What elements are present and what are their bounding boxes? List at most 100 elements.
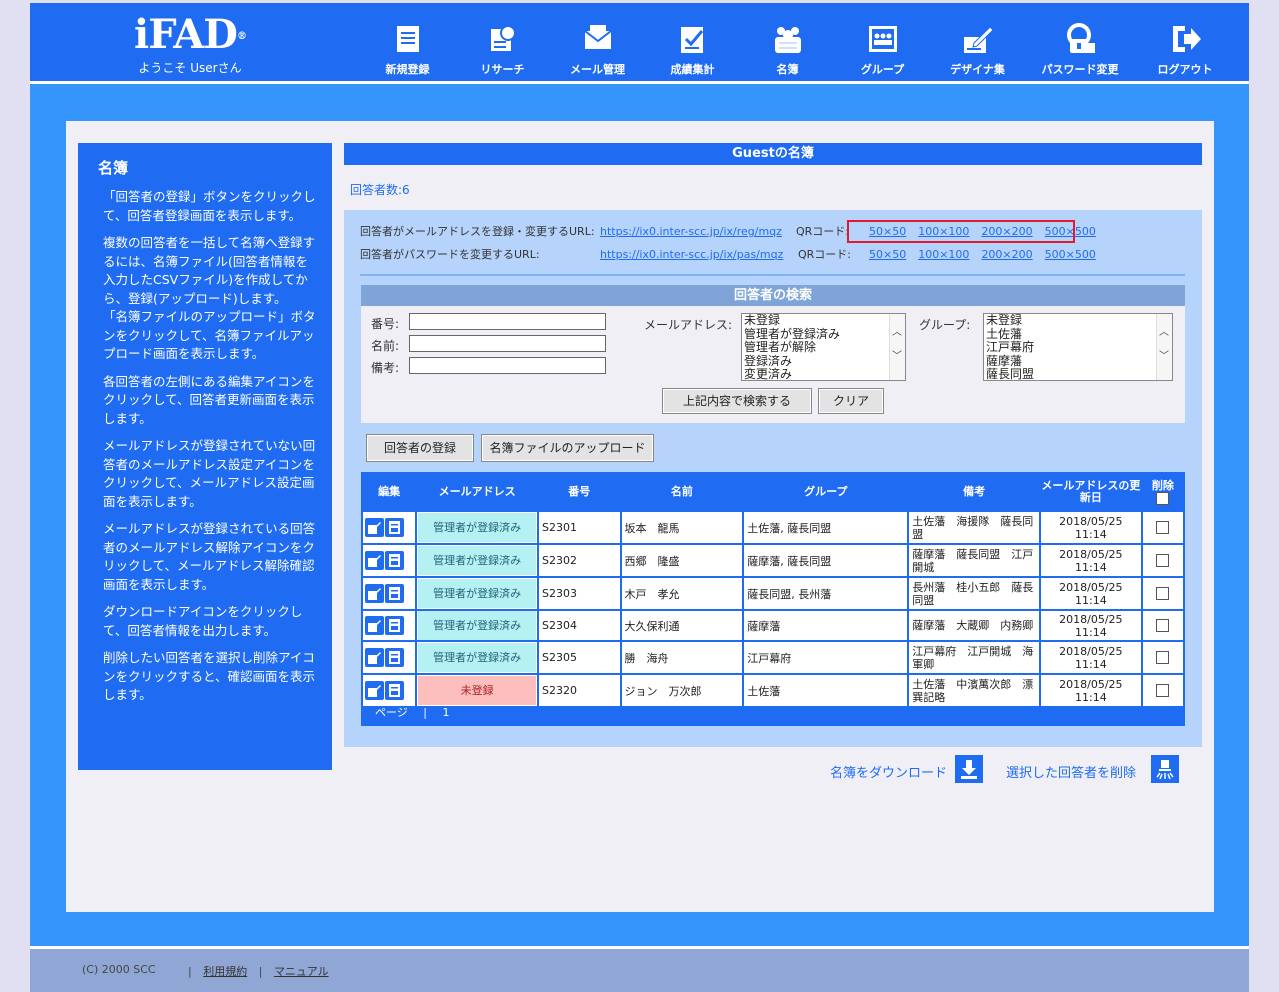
mail-status-badge: 管理者が登録済み xyxy=(418,611,537,640)
name-cell: 木戸 孝允 xyxy=(621,578,743,609)
nav-label: パスワード変更 xyxy=(1041,63,1119,76)
edit-icon[interactable] xyxy=(365,616,384,635)
password-change-icon xyxy=(1067,23,1095,53)
terms-link[interactable]: 利用規約 xyxy=(203,965,247,978)
delete-cell xyxy=(1142,675,1183,706)
group-listbox[interactable]: 未登録 土佐藩 江戸幕府 薩摩藩 薩長同盟 ︿ ﹀ xyxy=(983,313,1173,381)
note-cell: 薩摩藩 薩長同盟 江戸開城 xyxy=(909,545,1040,576)
edit-cell xyxy=(363,675,416,706)
mail-address-icon[interactable] xyxy=(385,681,404,700)
download-roster-link[interactable]: 名簿をダウンロード xyxy=(830,762,947,781)
download-icon[interactable] xyxy=(955,755,983,783)
qr-link-500[interactable]: 500×500 xyxy=(1045,248,1096,261)
qr-link-100[interactable]: 100×100 xyxy=(918,248,969,261)
number-cell: S2301 xyxy=(539,512,620,543)
name-input[interactable] xyxy=(409,335,606,352)
edit-cell xyxy=(363,611,416,640)
nav-password-change[interactable]: パスワード変更 xyxy=(1025,3,1135,81)
delete-selected-link[interactable]: 選択した回答者を削除 xyxy=(1006,762,1136,781)
help-paragraph: 各回答者の左側にある編集アイコンをクリックして、回答者更新画面を表示します。 xyxy=(103,373,315,426)
mail-address-icon[interactable] xyxy=(385,584,404,603)
delete-checkbox[interactable] xyxy=(1156,587,1170,601)
col-note: 備考 xyxy=(963,485,986,498)
qr-link-50[interactable]: 50×50 xyxy=(869,248,906,261)
clear-button[interactable]: クリア xyxy=(818,388,884,414)
nav-roster[interactable]: 名簿 xyxy=(740,3,835,81)
registration-url-link[interactable]: https://ix0.inter-scc.jp/ix/reg/mqz xyxy=(600,224,782,240)
scrollbar[interactable]: ︿ ﹀ xyxy=(1156,314,1172,380)
delete-checkbox[interactable] xyxy=(1156,554,1170,568)
roster-panel: 回答者がメールアドレスを登録・変更するURL: https://ix0.inte… xyxy=(344,210,1202,747)
mail-status-badge: 未登録 xyxy=(418,676,537,705)
list-option[interactable]: 登録済み xyxy=(744,354,905,369)
table-row: 管理者が登録済み S2302 西郷 隆盛 薩摩藩, 薩長同盟 薩摩藩 薩長同盟 江戸開城… xyxy=(363,545,1183,576)
delete-cell xyxy=(1142,512,1183,543)
nav-research[interactable]: リサーチ xyxy=(455,3,550,81)
nav-group[interactable]: グループ xyxy=(835,3,930,81)
note-cell: 土佐藩 中濱萬次郎 漂巽記略 xyxy=(909,675,1040,706)
table-row: 管理者が登録済み S2305 勝 海舟 江戸幕府 江戸幕府 江戸開城 海軍卿 2018/0… xyxy=(363,642,1183,673)
select-all-checkbox[interactable] xyxy=(1156,491,1170,505)
note-input[interactable] xyxy=(409,357,606,374)
group-cell: 土佐藩, 薩長同盟 xyxy=(744,512,908,543)
list-option[interactable]: 江戸幕府 xyxy=(986,340,1172,355)
research-icon xyxy=(490,25,516,51)
mail-cell: 管理者が登録済み xyxy=(417,512,538,543)
scrollbar[interactable]: ︿ ﹀ xyxy=(889,314,905,380)
edit-icon[interactable] xyxy=(365,551,384,570)
register-respondent-button[interactable]: 回答者の登録 xyxy=(366,434,474,462)
list-option[interactable]: 土佐藩 xyxy=(986,327,1172,342)
delete-checkbox[interactable] xyxy=(1156,521,1170,535)
delete-icon[interactable] xyxy=(1151,755,1179,783)
upload-roster-button[interactable]: 名簿ファイルのアップロード xyxy=(481,434,654,462)
delete-checkbox[interactable] xyxy=(1156,651,1170,665)
mail-management-icon xyxy=(583,25,612,49)
respondent-table: 編集 メールアドレス 番号 名前 グループ 備考 メールアドレスの更新日 削除 … xyxy=(361,472,1185,726)
col-delete-label: 削除 xyxy=(1151,478,1174,492)
page-link[interactable]: 1 xyxy=(443,706,450,719)
mail-address-icon[interactable] xyxy=(385,648,404,667)
edit-icon[interactable] xyxy=(365,681,384,700)
delete-cell xyxy=(1142,611,1183,640)
password-url-link[interactable]: https://ix0.inter-scc.jp/ix/pas/mqz xyxy=(600,247,783,263)
note-cell: 薩摩藩 大蔵卿 内務卿 xyxy=(909,611,1040,640)
chevron-up-icon: ︿ xyxy=(1159,327,1169,338)
delete-checkbox[interactable] xyxy=(1156,619,1170,633)
search-button[interactable]: 上記内容で検索する xyxy=(662,388,812,414)
nav-label: 成績集計 xyxy=(670,63,715,76)
mail-address-icon[interactable] xyxy=(385,518,404,537)
edit-icon[interactable] xyxy=(365,648,384,667)
nav-new-registration[interactable]: 新規登録 xyxy=(360,3,455,81)
qr-label: QRコード: xyxy=(796,225,850,238)
list-option[interactable]: 未登録 xyxy=(986,314,1172,328)
mail-status-label: メールアドレス: xyxy=(644,318,733,332)
list-option[interactable]: 薩長同盟 xyxy=(986,367,1172,380)
edit-icon[interactable] xyxy=(365,584,384,603)
list-option[interactable]: 管理者が解除 xyxy=(744,340,905,355)
updated-cell: 2018/05/25 11:14 xyxy=(1041,642,1141,673)
nav-designer[interactable]: デザイナ集 xyxy=(930,3,1025,81)
list-option[interactable]: 変更済み xyxy=(744,367,905,380)
nav-mail-management[interactable]: メール管理 xyxy=(550,3,645,81)
number-cell: S2305 xyxy=(539,642,620,673)
mail-cell: 管理者が登録済み xyxy=(417,642,538,673)
list-option[interactable]: 薩摩藩 xyxy=(986,354,1172,369)
nav-label: ログアウト xyxy=(1157,63,1213,76)
edit-icon[interactable] xyxy=(365,518,384,537)
list-option[interactable]: 未登録 xyxy=(744,314,905,328)
nav-results-tally[interactable]: 成績集計 xyxy=(645,3,740,81)
registration-url-label: 回答者がメールアドレスを登録・変更するURL: xyxy=(360,225,595,238)
nav-logout[interactable]: ログアウト xyxy=(1135,3,1235,81)
mail-address-icon[interactable] xyxy=(385,616,404,635)
number-input[interactable] xyxy=(409,313,606,330)
qr-link-200[interactable]: 200×200 xyxy=(981,248,1032,261)
list-option[interactable]: 管理者が登録済み xyxy=(744,327,905,342)
delete-checkbox[interactable] xyxy=(1156,684,1170,698)
manual-link[interactable]: マニュアル xyxy=(274,965,329,978)
group-cell: 薩摩藩, 薩長同盟 xyxy=(744,545,908,576)
mail-address-icon[interactable] xyxy=(385,551,404,570)
help-paragraph: 複数の回答者を一括して名簿へ登録するには、名簿ファイル(回答者情報を入力したCS… xyxy=(103,235,316,361)
group-cell: 土佐藩 xyxy=(744,675,908,706)
mail-status-listbox[interactable]: 未登録 管理者が登録済み 管理者が解除 登録済み 変更済み ︿ ﹀ xyxy=(741,313,906,381)
password-url-label: 回答者がパスワードを変更するURL: xyxy=(360,248,540,261)
